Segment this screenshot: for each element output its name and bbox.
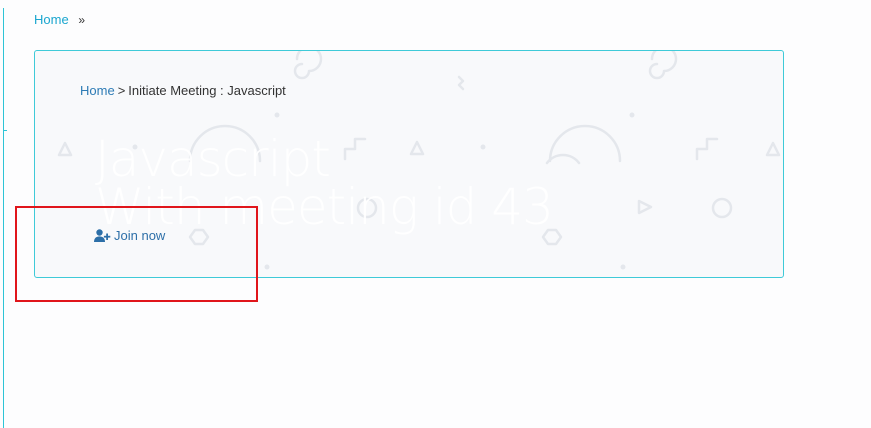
left-panel-divider xyxy=(3,130,7,131)
meeting-breadcrumb-home-link[interactable]: Home xyxy=(80,83,115,98)
breadcrumb-separator: » xyxy=(78,13,85,27)
page: Home » Home > Initiate Meeting: Javascr… xyxy=(0,0,871,428)
meeting-breadcrumb-current: Initiate Meeting : Javascript xyxy=(128,83,286,98)
meeting-title: Javascript With meeting id 43 xyxy=(95,130,755,236)
meeting-breadcrumb-separator: > xyxy=(117,83,126,98)
meeting-title-line1: Javascript xyxy=(95,130,331,188)
meeting-breadcrumb: Home > Initiate Meeting : Javascript xyxy=(80,83,286,99)
breadcrumb-home-link[interactable]: Home xyxy=(34,12,69,27)
join-now-button[interactable]: Join now xyxy=(94,228,165,243)
meeting-header-card: Home > Initiate Meeting : Javascript Javas… xyxy=(34,50,784,278)
left-panel-border xyxy=(3,8,7,428)
user-plus-icon xyxy=(94,229,111,242)
breadcrumb: Home » xyxy=(34,12,85,28)
join-now-label: Join now xyxy=(114,228,166,243)
meeting-title-line2: With meeting id 43 xyxy=(95,178,554,236)
